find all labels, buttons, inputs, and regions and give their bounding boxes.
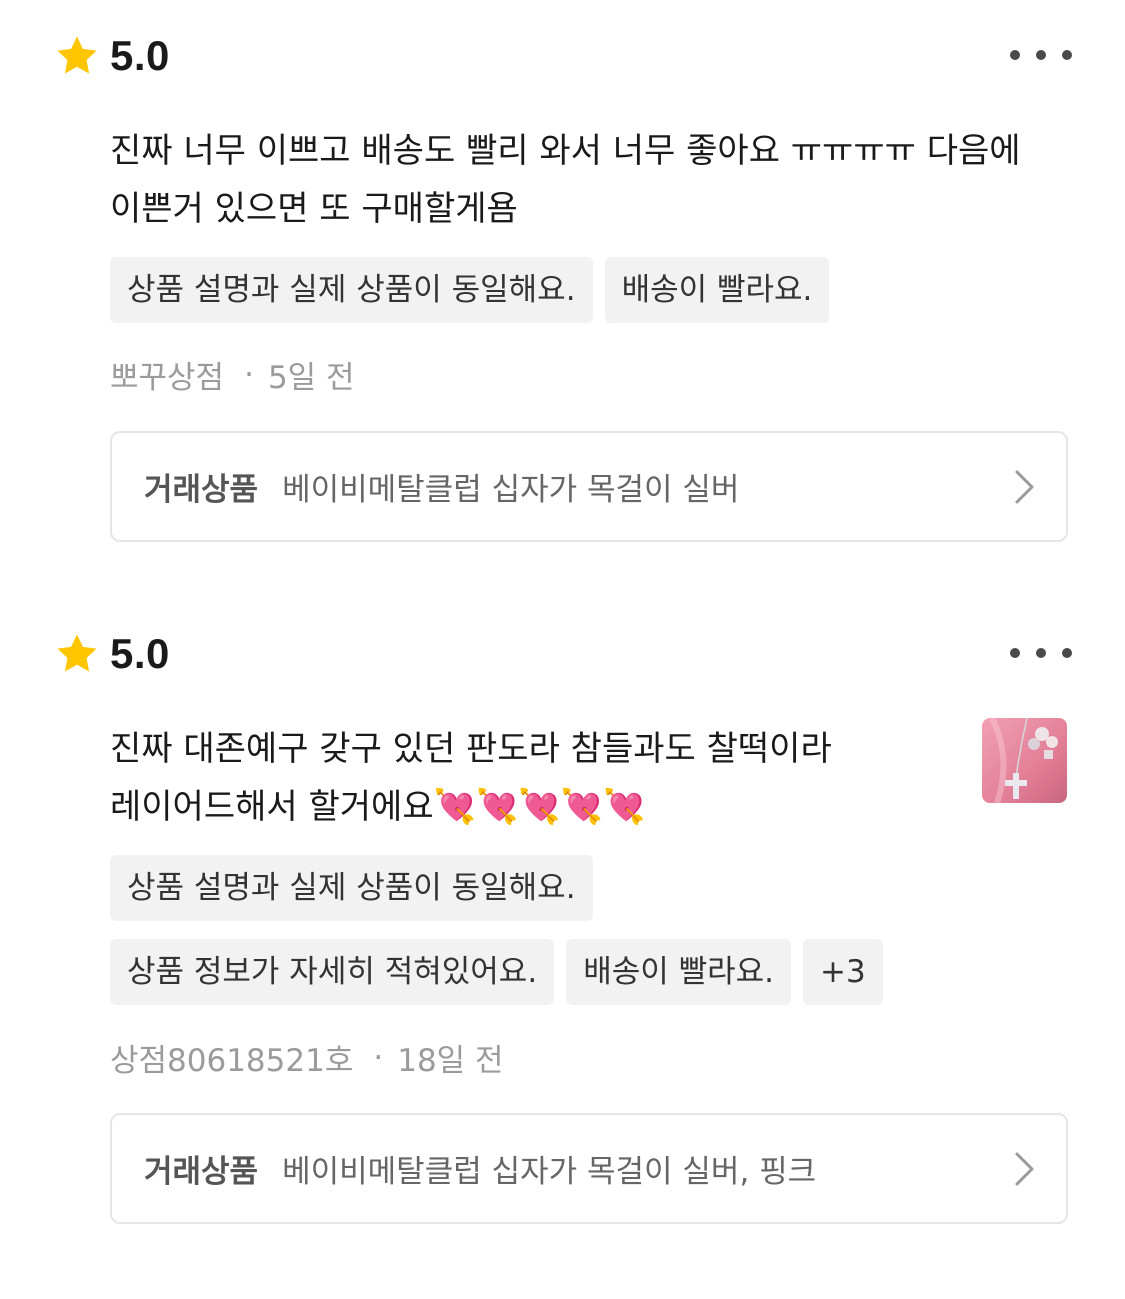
tag-row: 상품 설명과 실제 상품이 동일해요. 배송이 빨라요. xyxy=(110,257,1070,323)
review-meta: 상점80618521호 · 18일 전 xyxy=(110,1035,504,1080)
trade-item-name: 베이비메탈클럽 십자가 목걸이 실버 xyxy=(282,472,740,508)
review-time: 5일 전 xyxy=(267,360,355,396)
more-dots-icon xyxy=(1010,50,1020,60)
chevron-right-icon xyxy=(1015,470,1034,504)
review-tag: 상품 설명과 실제 상품이 동일해요. xyxy=(110,855,593,921)
trade-label: 거래상품 xyxy=(144,472,259,508)
star-icon xyxy=(57,36,97,74)
chevron-right-icon xyxy=(1015,1152,1034,1186)
review-tag: 배송이 빨라요. xyxy=(604,257,830,323)
rating: 5.0 xyxy=(54,628,170,680)
tag-row: 상품 정보가 자세히 적혀있어요. 배송이 빨라요. +3 xyxy=(110,939,1070,1005)
rating-value: 5.0 xyxy=(110,630,170,677)
star-icon xyxy=(57,634,97,672)
review-text: 진짜 대존예구 갖구 있던 판도라 참들과도 찰떡이라 레이어드해서 할거에요💘… xyxy=(110,729,832,827)
tag-row: 상품 설명과 실제 상품이 동일해요. xyxy=(110,855,1070,921)
more-tags-button[interactable]: +3 xyxy=(803,939,883,1005)
trade-item-card[interactable]: 거래상품 베이비메탈클럽 십자가 목걸이 실버, 핑크 xyxy=(110,1113,1068,1224)
reviewer-store-name[interactable]: 뽀꾸상점 xyxy=(110,352,224,397)
meta-separator: · xyxy=(244,356,254,393)
review-meta: 뽀꾸상점 · 5일 전 xyxy=(110,352,355,397)
more-options-button[interactable] xyxy=(1010,40,1072,70)
more-options-button[interactable] xyxy=(1010,638,1072,668)
rating: 5.0 xyxy=(54,30,170,82)
review-tags: 상품 설명과 실제 상품이 동일해요. 상품 정보가 자세히 적혀있어요. 배송… xyxy=(110,855,1070,1023)
review-tags: 상품 설명과 실제 상품이 동일해요. 배송이 빨라요. xyxy=(110,257,1070,341)
meta-separator: · xyxy=(373,1039,384,1076)
trade-item-card[interactable]: 거래상품 베이비메탈클럽 십자가 목걸이 실버 xyxy=(110,431,1068,542)
review-tag: 상품 설명과 실제 상품이 동일해요. xyxy=(110,257,593,323)
review-tag: 배송이 빨라요. xyxy=(566,939,792,1005)
trade-label: 거래상품 xyxy=(144,1154,259,1190)
review-time: 18일 전 xyxy=(397,1043,504,1079)
necklace-photo-image xyxy=(982,718,1067,803)
review-text: 진짜 너무 이쁘고 배송도 빨리 와서 너무 좋아요 ㅠㅠㅠㅠ 다음에 이쁜거 … xyxy=(110,131,1021,229)
review-tag: 상품 정보가 자세히 적혀있어요. xyxy=(110,939,555,1005)
trade-item-name: 베이비메탈클럽 십자가 목걸이 실버, 핑크 xyxy=(282,1154,817,1190)
review-photo-thumbnail[interactable] xyxy=(982,718,1067,803)
reviewer-store-name[interactable]: 상점80618521호 xyxy=(110,1035,353,1080)
rating-value: 5.0 xyxy=(110,32,170,79)
more-dots-icon xyxy=(1010,648,1020,658)
